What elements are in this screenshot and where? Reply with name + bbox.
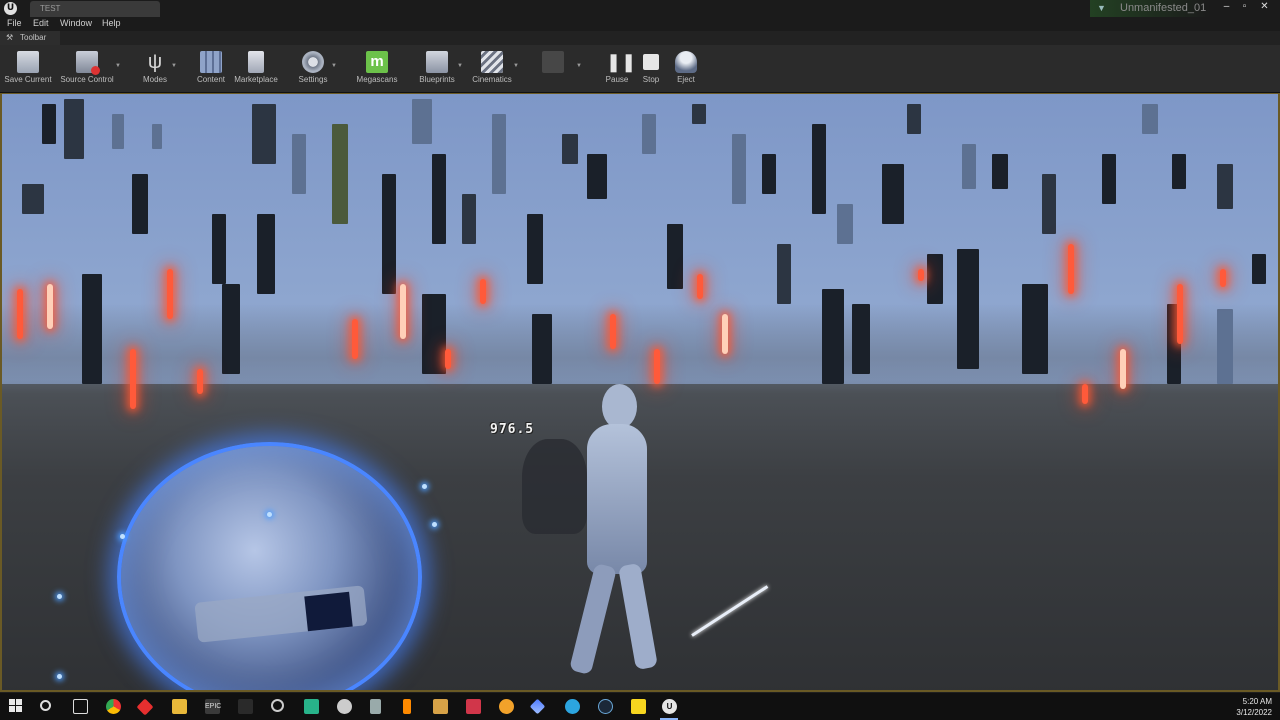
clock-time: 5:20 AM xyxy=(1242,697,1272,706)
unreal-engine-taskbar-icon[interactable]: U xyxy=(662,699,677,714)
toolbar-tab[interactable]: ⚒ Toolbar xyxy=(0,31,60,45)
marketplace-button[interactable]: Marketplace xyxy=(234,49,278,89)
project-icon: ▼ xyxy=(1097,3,1106,13)
level-tab-label: TEST xyxy=(40,4,61,13)
app-triangle-icon[interactable] xyxy=(529,698,546,715)
source-control-button[interactable]: Source Control xyxy=(60,49,114,89)
modes-button[interactable]: ψ Modes xyxy=(138,49,172,89)
save-icon xyxy=(17,51,39,73)
sticky-notes-icon[interactable] xyxy=(631,699,646,714)
title-bar: U TEST ▼ Unmanifested_01 – ▫ ✕ xyxy=(0,0,1280,17)
task-view-icon[interactable] xyxy=(73,699,88,714)
chevron-down-icon[interactable]: ▼ xyxy=(457,63,463,69)
orb-window xyxy=(304,591,353,632)
save-current-label: Save Current xyxy=(4,75,52,84)
chrome-icon[interactable] xyxy=(106,699,121,714)
search-icon[interactable] xyxy=(40,700,51,711)
save-current-button[interactable]: Save Current xyxy=(4,49,52,89)
game-viewport[interactable]: 976.5 xyxy=(0,93,1280,692)
minimize-button[interactable]: – xyxy=(1218,0,1235,14)
pause-icon: ❚❚ xyxy=(606,52,637,72)
blueprints-label: Blueprints xyxy=(419,75,455,84)
clapperboard-icon xyxy=(481,51,503,73)
settings-button[interactable]: Settings xyxy=(297,49,329,89)
level-tab[interactable]: TEST xyxy=(30,1,160,17)
folder-icon[interactable] xyxy=(433,699,448,714)
settings-gear-icon xyxy=(302,51,324,73)
menu-window[interactable]: Window xyxy=(60,18,92,28)
source-control-icon xyxy=(76,51,100,75)
cinematics-button[interactable]: Cinematics xyxy=(472,49,512,89)
clock-date: 3/12/2022 xyxy=(1236,708,1272,717)
blueprints-button[interactable]: Blueprints xyxy=(419,49,455,89)
document-icon[interactable] xyxy=(370,699,381,714)
obs-icon[interactable] xyxy=(271,699,284,712)
chevron-down-icon[interactable]: ▼ xyxy=(171,63,177,69)
player-character xyxy=(547,384,687,684)
build-icon xyxy=(542,51,564,73)
content-browser-icon xyxy=(200,51,222,73)
megascans-button[interactable]: m Megascans xyxy=(357,49,397,89)
eject-button[interactable]: Eject xyxy=(672,49,700,89)
chevron-down-icon[interactable]: ▼ xyxy=(331,63,337,69)
content-button[interactable]: Content xyxy=(195,49,227,89)
menu-edit[interactable]: Edit xyxy=(33,18,49,28)
project-name: Unmanifested_01 xyxy=(1120,2,1207,14)
blueprints-icon xyxy=(426,51,448,73)
steam-icon[interactable] xyxy=(598,699,613,714)
windows-start-icon[interactable] xyxy=(9,699,23,713)
horizon-haze xyxy=(2,304,1278,394)
damage-number: 976.5 xyxy=(490,422,535,437)
maximize-button[interactable]: ▫ xyxy=(1236,0,1253,14)
app-green-icon[interactable] xyxy=(304,699,319,714)
windows-taskbar: EPIC U 5:20 AM 3/12/2022 xyxy=(0,692,1280,720)
settings-label: Settings xyxy=(298,75,328,84)
megascans-icon: m xyxy=(366,51,388,73)
toolbar-tab-row: ⚒ Toolbar xyxy=(0,31,1280,45)
project-badge: ▼ Unmanifested_01 xyxy=(1090,0,1210,17)
chevron-down-icon[interactable]: ▼ xyxy=(513,63,519,69)
eject-label: Eject xyxy=(677,75,695,84)
main-toolbar: Save Current Source Control ▼ ψ Modes ▼ … xyxy=(0,45,1280,93)
megascans-label: Megascans xyxy=(356,75,398,84)
close-button[interactable]: ✕ xyxy=(1256,0,1273,14)
file-explorer-icon[interactable] xyxy=(172,699,187,714)
app-tool-icon[interactable] xyxy=(238,699,253,714)
stop-button[interactable]: Stop xyxy=(637,49,665,89)
toolbar-tab-label: Toolbar xyxy=(20,33,47,42)
modes-label: Modes xyxy=(142,75,167,84)
source-control-label: Source Control xyxy=(60,75,114,84)
epic-games-icon[interactable]: EPIC xyxy=(205,699,221,714)
modes-icon: ψ xyxy=(147,51,163,73)
app-m-icon[interactable] xyxy=(466,699,481,714)
cinematics-label: Cinematics xyxy=(472,75,512,84)
build-button[interactable] xyxy=(538,49,568,89)
system-clock[interactable]: 5:20 AM 3/12/2022 xyxy=(1236,696,1272,718)
menu-file[interactable]: File xyxy=(7,18,22,28)
blender-icon[interactable] xyxy=(499,699,514,714)
menu-bar: File Edit Window Help xyxy=(0,17,1280,31)
telegram-icon[interactable] xyxy=(565,699,580,714)
unreal-logo-icon: U xyxy=(4,2,17,15)
stop-icon xyxy=(643,54,659,70)
app-cloud-icon[interactable] xyxy=(337,699,352,714)
menu-help[interactable]: Help xyxy=(102,18,121,28)
marketplace-icon xyxy=(248,51,264,73)
app-orange-icon[interactable] xyxy=(403,699,411,714)
chevron-down-icon[interactable]: ▼ xyxy=(576,63,582,69)
app-red-diamond-icon[interactable] xyxy=(136,698,154,716)
marketplace-label: Marketplace xyxy=(234,75,278,84)
chevron-down-icon[interactable]: ▼ xyxy=(115,63,121,69)
wrench-icon: ⚒ xyxy=(6,33,14,42)
eject-icon xyxy=(675,51,697,73)
